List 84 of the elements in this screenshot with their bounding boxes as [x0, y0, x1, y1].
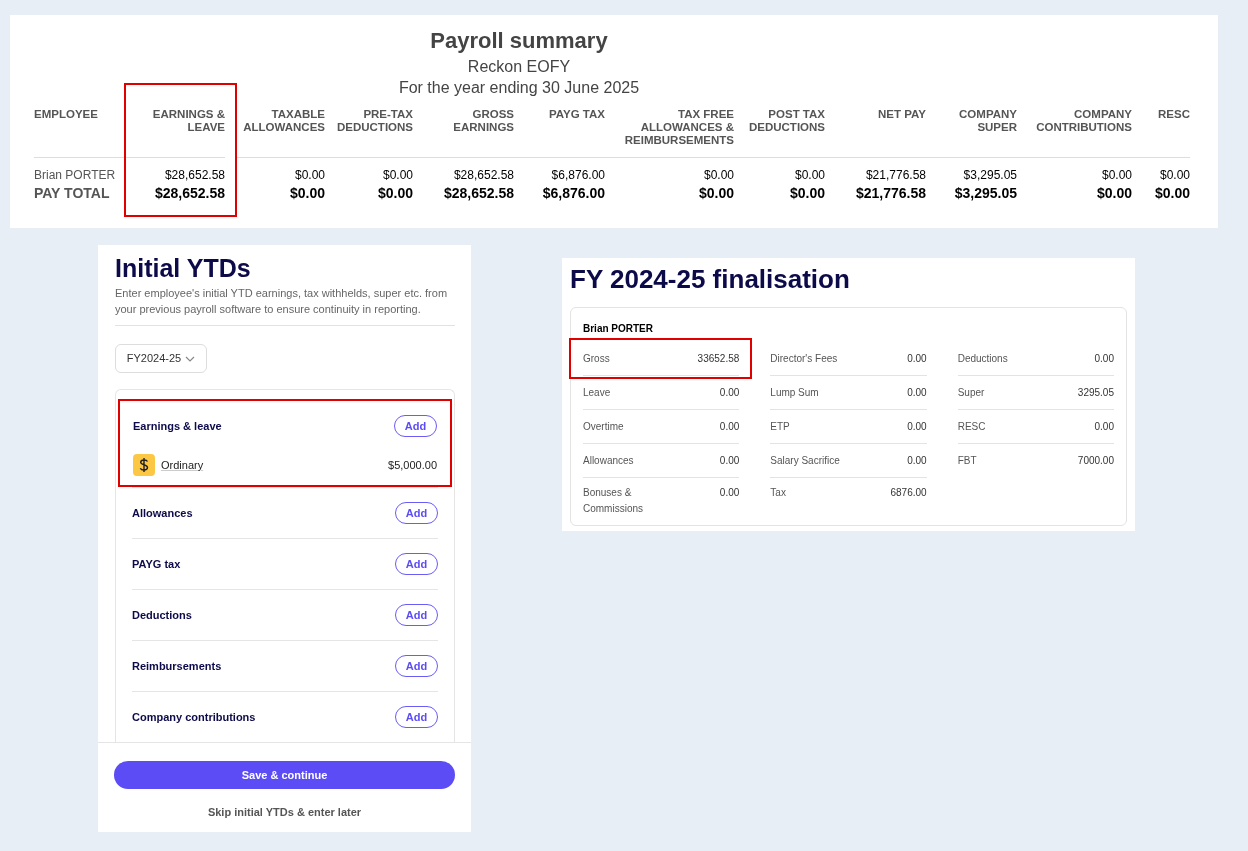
total-cell: $21,776.58 — [855, 185, 926, 201]
table-cell: $0.00 — [794, 168, 825, 182]
total-cell: $0.00 — [789, 185, 825, 201]
total-cell: $0.00 — [1154, 185, 1190, 201]
field-value: 0.00 — [907, 385, 927, 400]
column-header: TAXABLE ALLOWANCES — [242, 108, 325, 134]
field-value: 0.00 — [907, 419, 927, 434]
field-value: 0.00 — [719, 419, 740, 434]
section-title: Company contributions — [132, 709, 256, 725]
table-cell: $0.00 — [703, 168, 734, 182]
total-cell: $28,652.58 — [443, 185, 514, 201]
panel-title: Initial YTDs — [115, 255, 252, 281]
total-cell: $28,652.58 — [154, 185, 225, 201]
field-label: Gross — [583, 351, 611, 366]
field-label: Leave — [583, 385, 612, 400]
column-header: GROSS EARNINGS — [452, 108, 514, 134]
employee-name: Brian PORTER — [34, 168, 116, 182]
field-value: 33652.58 — [697, 351, 740, 366]
panel-description: Enter employee's initial YTD earnings, tax withhelds, super etc. from your previous payroll software to ensure continuity in reporting. — [115, 286, 449, 317]
field-label: Allowances — [583, 453, 635, 468]
total-cell: $0.00 — [698, 185, 734, 201]
column-header: COMPANY CONTRIBUTIONS — [1035, 108, 1132, 134]
total-cell: $6,876.00 — [542, 185, 605, 201]
report-period: For the year ending 30 June 2025 — [398, 78, 640, 98]
column-header: RESC — [1157, 108, 1190, 121]
field-label: Salary Sacrifice — [770, 453, 841, 468]
column-header: TAX FREE ALLOWANCES & REIMBURSEMENTS — [623, 108, 734, 147]
total-label: PAY TOTAL — [34, 185, 110, 201]
field-value: 0.00 — [1094, 419, 1114, 434]
field-label: ETP — [770, 419, 791, 434]
dollar-icon — [133, 454, 155, 476]
field-label: Lump Sum — [770, 385, 820, 400]
field-value: 0.00 — [719, 385, 740, 400]
field-value: 0.00 — [907, 453, 927, 468]
section-title: Earnings & leave — [133, 418, 222, 434]
report-subtitle: Reckon EOFY — [467, 57, 571, 77]
skip-link[interactable]: Skip initial YTDs & enter later — [207, 804, 362, 821]
column-header: POST TAX DEDUCTIONS — [747, 108, 825, 134]
section-title: Reimbursements — [132, 658, 222, 674]
report-title: Payroll summary — [430, 28, 608, 54]
table-cell: $0.00 — [294, 168, 325, 182]
field-label: Tax — [770, 486, 787, 500]
field-label: Director's Fees — [770, 351, 839, 366]
field-label: FBT — [957, 454, 978, 468]
section-title: Allowances — [132, 505, 193, 521]
year-dropdown[interactable]: FY2024-25 — [115, 344, 207, 373]
field-value: 0.00 — [719, 486, 740, 500]
earning-link[interactable]: Ordinary — [161, 456, 204, 474]
total-cell: $0.00 — [377, 185, 413, 201]
table-cell: $6,876.00 — [551, 168, 605, 182]
column-header: EMPLOYEE — [34, 108, 99, 121]
field-value: 3295.05 — [1077, 385, 1114, 400]
total-cell: $0.00 — [289, 185, 325, 201]
field-value: 0.00 — [907, 351, 927, 366]
field-label: Deductions — [957, 351, 1009, 366]
total-cell: $3,295.05 — [954, 185, 1017, 201]
column-header: EARNINGS & LEAVE — [151, 108, 225, 134]
field-label: RESC — [957, 419, 987, 434]
field-label: Overtime — [583, 419, 625, 434]
table-cell: $3,295.05 — [963, 168, 1017, 182]
column-header: PAYG TAX — [547, 108, 605, 121]
field-label: Super — [957, 385, 986, 400]
table-cell: $28,652.58 — [453, 168, 514, 182]
field-value: 0.00 — [719, 453, 740, 468]
panel-title: FY 2024-25 finalisation — [570, 263, 851, 295]
field-label: Bonuses & Commissions — [583, 486, 644, 516]
table-cell: $21,776.58 — [865, 168, 926, 182]
table-cell: $0.00 — [1159, 168, 1190, 182]
column-header: COMPANY SUPER — [958, 108, 1017, 134]
field-value: 6876.00 — [890, 486, 927, 500]
field-value: 0.00 — [1094, 351, 1114, 366]
table-cell: $0.00 — [1101, 168, 1132, 182]
section-title: PAYG tax — [132, 556, 181, 572]
employee-name: Brian PORTER — [583, 322, 654, 336]
save-continue-button[interactable]: Save & continue — [114, 761, 455, 789]
total-cell: $0.00 — [1096, 185, 1132, 201]
table-cell: $28,652.58 — [164, 168, 225, 182]
field-value: 7000.00 — [1077, 454, 1114, 468]
column-header: NET PAY — [877, 108, 926, 121]
chevron-down-icon — [185, 355, 196, 362]
table-cell: $0.00 — [382, 168, 413, 182]
column-header: PRE-TAX DEDUCTIONS — [335, 108, 413, 134]
earning-amount: $5,000.00 — [388, 457, 437, 473]
section-title: Deductions — [132, 607, 192, 623]
